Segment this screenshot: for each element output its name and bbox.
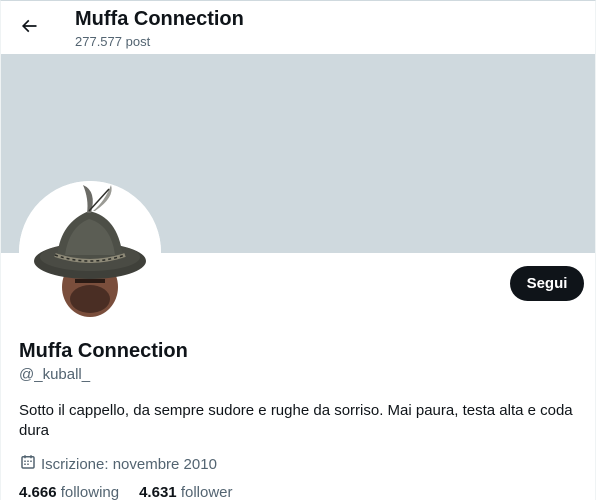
follow-button[interactable]: Segui — [510, 266, 584, 301]
follower-link[interactable]: 4.631 follower — [139, 483, 232, 500]
follow-stats: 4.666 following 4.631 follower — [19, 483, 253, 500]
follower-label: follower — [180, 484, 233, 500]
post-count: 277.577 post — [75, 34, 151, 49]
profile-header: Muffa Connection 277.577 post — [1, 1, 595, 54]
avatar[interactable] — [19, 181, 161, 323]
back-button[interactable] — [11, 10, 47, 46]
user-handle: @_kuball_ — [19, 366, 91, 383]
profile-page: Muffa Connection 277.577 post Segui Muff — [0, 0, 596, 500]
following-label: following — [60, 484, 120, 500]
arrow-left-icon — [19, 16, 39, 41]
join-date: Iscrizione: novembre 2010 — [19, 453, 217, 477]
join-date-text: Iscrizione: novembre 2010 — [41, 456, 217, 473]
header-title: Muffa Connection — [75, 8, 244, 30]
following-link[interactable]: 4.666 following — [19, 483, 119, 500]
follower-count: 4.631 — [139, 484, 181, 500]
calendar-icon — [19, 453, 41, 477]
display-name: Muffa Connection — [19, 340, 188, 362]
following-count: 4.666 — [19, 484, 61, 500]
profile-bio: Sotto il cappello, da sempre sudore e ru… — [19, 402, 573, 439]
